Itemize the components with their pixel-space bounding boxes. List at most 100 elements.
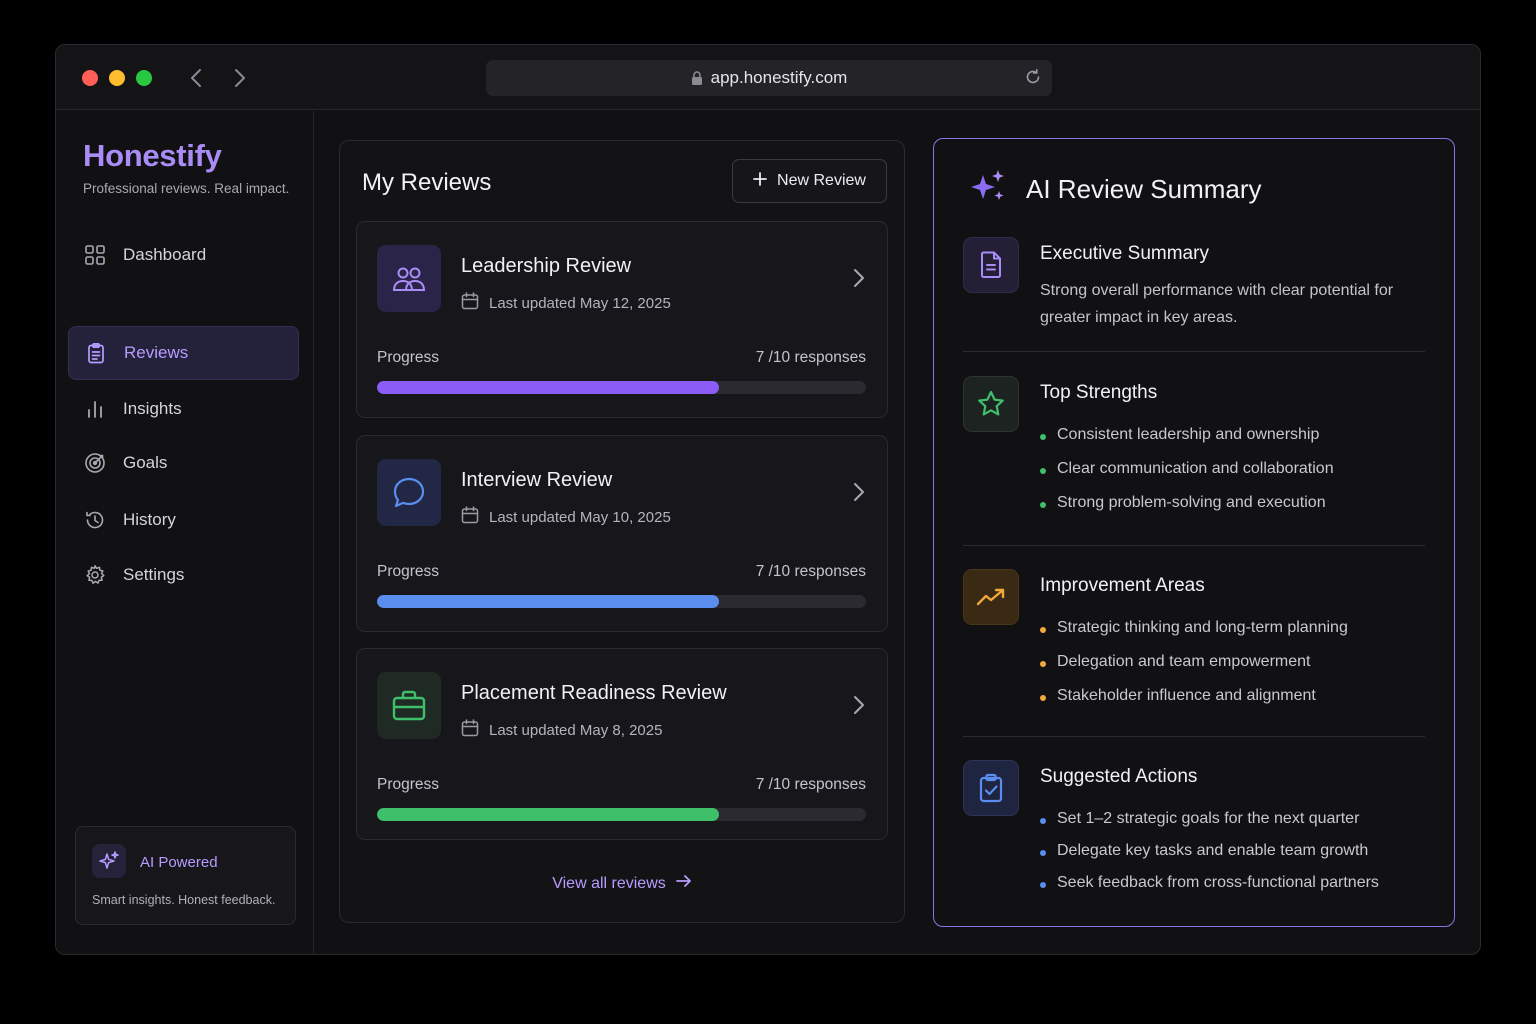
review-card-leadership[interactable]: Leadership Review Last updated May 12, 2… [356,221,888,418]
improvement-areas-section: Improvement Areas Strategic thinking and… [963,569,1425,719]
list-item: Seek feedback from cross-functional part… [1040,874,1379,906]
browser-titlebar: app.honestify.com [56,45,1480,110]
list-item: Clear communication and collaboration [1040,460,1334,494]
sidebar-item-label: Goals [123,453,168,472]
plus-icon [753,171,767,191]
back-arrow-icon[interactable] [184,65,208,91]
sidebar-item-insights[interactable]: Insights [68,382,299,436]
sparkles-icon [92,844,126,878]
new-review-label: New Review [777,172,866,189]
progress-label: Progress [377,563,440,580]
sidebar-item-settings[interactable]: Settings [68,548,299,602]
url-text: app.honestify.com [710,68,848,87]
summary-header: AI Review Summary [968,169,1262,210]
progress-fill [377,381,720,394]
lock-icon [691,70,703,86]
clipboard-icon [85,342,107,364]
list-item: Consistent leadership and ownership [1040,426,1334,460]
sidebar-item-dashboard[interactable]: Dashboard [68,228,299,282]
sidebar-item-history[interactable]: History [68,493,299,547]
ai-powered-card: AI Powered Smart insights. Honest feedba… [75,826,296,925]
close-window-button[interactable] [82,70,98,86]
minimize-window-button[interactable] [109,70,125,86]
progress-bar [377,595,866,608]
list-item: Strategic thinking and long-term plannin… [1040,619,1348,653]
target-icon [84,452,106,474]
trending-up-icon [963,569,1019,625]
executive-summary-text: Strong overall performance with clear po… [1040,282,1394,326]
responses-count: 7 /10 responses [755,563,866,580]
clipboard-check-icon [963,760,1019,816]
responses-count: 7 /10 responses [755,349,866,366]
top-strengths-section: Top Strengths Consistent leadership and … [963,376,1425,526]
sidebar-item-label: Dashboard [123,245,207,264]
sidebar-item-goals[interactable]: Goals [68,436,299,490]
review-title: Leadership Review [461,255,632,277]
review-title: Interview Review [461,469,613,491]
browser-window: app.honestify.com Honestify Professional… [55,44,1481,955]
sparkles-icon [968,169,1008,210]
history-icon [84,509,106,531]
list-item: Strong problem-solving and execution [1040,494,1334,528]
review-card-placement-readiness[interactable]: Placement Readiness Review Last updated … [356,648,888,840]
sidebar-item-reviews[interactable]: Reviews [68,326,299,380]
strengths-list: Consistent leadership and ownership Clea… [1040,426,1334,528]
brand-logo[interactable]: Honestify [83,138,222,174]
section-title: Improvement Areas [1040,575,1205,596]
reload-icon[interactable] [1024,68,1042,91]
progress-label: Progress [377,776,440,793]
briefcase-icon [377,672,441,739]
improvements-list: Strategic thinking and long-term plannin… [1040,619,1348,721]
gear-icon [84,564,106,586]
progress-fill [377,595,720,608]
sidebar-item-label: Reviews [124,343,189,362]
progress-bar [377,381,866,394]
actions-list: Set 1–2 strategic goals for the next qua… [1040,810,1379,906]
progress-label: Progress [377,349,440,366]
summary-title: AI Review Summary [1026,174,1262,204]
sidebar-item-label: Insights [123,399,182,418]
progress-bar [377,808,866,821]
divider [963,351,1425,352]
section-title: Top Strengths [1040,382,1158,403]
calendar-icon [461,292,479,314]
ai-powered-subtitle: Smart insights. Honest feedback. [92,893,276,907]
section-title: Executive Summary [1040,243,1209,264]
chat-bubble-icon [377,459,441,526]
new-review-button[interactable]: New Review [732,159,887,203]
sidebar-item-label: History [123,510,176,529]
divider [963,736,1425,737]
chevron-right-icon[interactable] [853,695,865,720]
grid-icon [84,244,106,266]
ai-review-summary-panel: AI Review Summary Executive Summary Stro… [933,138,1455,927]
chevron-right-icon[interactable] [853,268,865,293]
list-item: Stakeholder influence and alignment [1040,687,1348,721]
responses-count: 7 /10 responses [755,776,866,793]
brand-tagline: Professional reviews. Real impact. [83,181,290,196]
star-icon [963,376,1019,432]
my-reviews-title: My Reviews [362,169,492,196]
my-reviews-panel: My Reviews New Review Leadership Review … [339,140,905,923]
review-card-interview[interactable]: Interview Review Last updated May 10, 20… [356,435,888,632]
divider [963,545,1425,546]
review-date: Last updated May 12, 2025 [461,292,671,314]
list-item: Set 1–2 strategic goals for the next qua… [1040,810,1379,842]
bar-chart-icon [84,398,106,420]
forward-arrow-icon[interactable] [228,65,252,91]
sidebar-item-label: Settings [123,565,185,584]
document-icon [963,237,1019,293]
calendar-icon [461,506,479,528]
suggested-actions-section: Suggested Actions Set 1–2 strategic goal… [963,760,1425,910]
maximize-window-button[interactable] [136,70,152,86]
view-all-reviews-link[interactable]: View all reviews [340,874,904,893]
executive-summary-section: Executive Summary Strong overall perform… [963,237,1425,347]
calendar-icon [461,719,479,741]
arrow-right-icon [675,874,692,893]
chevron-right-icon[interactable] [853,482,865,507]
list-item: Delegation and team empowerment [1040,653,1348,687]
review-date: Last updated May 10, 2025 [461,506,671,528]
progress-fill [377,808,720,821]
sidebar: Honestify Professional reviews. Real imp… [56,111,314,954]
review-title: Placement Readiness Review [461,682,727,704]
address-bar[interactable]: app.honestify.com [486,60,1052,96]
